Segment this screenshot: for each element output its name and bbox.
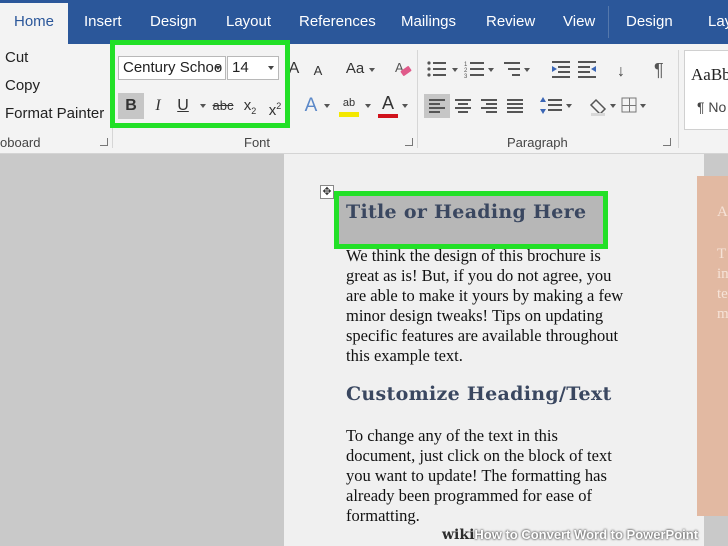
font-color-swatch xyxy=(378,114,398,118)
document-subheading[interactable]: Customize Heading/Text xyxy=(346,383,612,405)
shrink-font-icon: A xyxy=(313,63,323,78)
text-effects-icon: A xyxy=(304,95,318,116)
side-panel-text: A xyxy=(717,204,728,220)
chevron-down-icon xyxy=(369,68,375,72)
side-panel-text: T xyxy=(717,246,727,262)
clear-formatting-icon: A xyxy=(395,60,412,76)
highlight-icon: ab xyxy=(342,97,356,109)
change-case-icon: Aa xyxy=(345,60,365,77)
side-panel-text: m xyxy=(717,306,728,322)
font-group-label: Font xyxy=(244,135,271,150)
brochure-side-panel: A T in te m xyxy=(697,176,728,516)
svg-text:↓: ↓ xyxy=(617,63,625,80)
tab-separator xyxy=(608,6,609,38)
watermark-title: How to Convert Word to PowerPoint xyxy=(474,527,699,542)
format-painter-button[interactable]: Format Painter xyxy=(5,105,104,122)
chevron-down-icon xyxy=(324,104,330,108)
tab-view[interactable]: View xyxy=(549,0,609,44)
font-launcher-icon[interactable] xyxy=(405,138,413,146)
text-effects-button[interactable]: A xyxy=(300,93,322,119)
style-name-normal: ¶ No xyxy=(697,99,727,115)
ribbon-tab-bar: Home Insert Design Layout References Mai… xyxy=(0,0,728,44)
ribbon: Cut Copy Format Painter oboard Century S… xyxy=(0,40,728,154)
style-preview: AaBb xyxy=(691,65,728,84)
svg-text:3: 3 xyxy=(464,74,468,80)
highlight-swatch xyxy=(339,112,359,117)
clipboard-launcher-icon[interactable] xyxy=(100,138,108,146)
change-case-button[interactable]: Aa xyxy=(342,56,368,82)
table-move-handle-icon[interactable]: ✥ xyxy=(320,185,334,199)
tab-home[interactable]: Home xyxy=(0,3,69,44)
group-divider xyxy=(417,50,418,148)
tab-design[interactable]: Design xyxy=(136,0,211,44)
tab-references[interactable]: References xyxy=(285,0,390,44)
copy-button[interactable]: Copy xyxy=(5,77,40,94)
body-paragraph-1[interactable]: We think the design of this brochure is … xyxy=(346,246,686,366)
tab-layout[interactable]: Layout xyxy=(212,0,285,44)
tab-insert[interactable]: Insert xyxy=(70,0,136,44)
side-panel-text: te xyxy=(717,286,728,302)
chevron-down-icon xyxy=(365,104,371,108)
font-group-highlight-box xyxy=(110,40,290,128)
group-divider xyxy=(678,50,679,148)
side-panel-text: in xyxy=(717,266,728,282)
styles-gallery[interactable]: AaBb ¶ No xyxy=(684,50,728,130)
tab-table-design[interactable]: Design xyxy=(612,0,687,44)
tab-table-layout[interactable]: Layo xyxy=(694,0,728,44)
tab-mailings[interactable]: Mailings xyxy=(387,0,470,44)
cut-button[interactable]: Cut xyxy=(5,49,28,66)
clipboard-group-label: oboard xyxy=(0,135,41,150)
chevron-down-icon xyxy=(402,104,408,108)
paragraph-launcher-icon[interactable] xyxy=(663,138,671,146)
body-paragraph-2[interactable]: To change any of the text in this docume… xyxy=(346,426,686,526)
watermark-caption: wikiHow to Convert Word to PowerPoint xyxy=(442,524,728,546)
svg-text:¶: ¶ xyxy=(654,60,664,80)
grow-font-icon: A xyxy=(288,60,300,77)
clear-formatting-button[interactable]: A xyxy=(392,56,414,82)
paragraph-group-label: Paragraph xyxy=(507,135,568,150)
paragraph-list-icons: 123 ↓ ¶ xyxy=(427,60,664,80)
highlight-color-button[interactable]: ab xyxy=(337,90,361,117)
tab-review[interactable]: Review xyxy=(472,0,549,44)
font-color-icon: A xyxy=(381,93,394,113)
font-color-button[interactable]: A xyxy=(377,90,399,118)
shrink-font-button[interactable]: A xyxy=(309,58,327,84)
paragraph-align-icons xyxy=(424,94,646,118)
watermark-site-logo: wiki xyxy=(442,527,475,543)
heading-highlight-box xyxy=(334,191,608,249)
